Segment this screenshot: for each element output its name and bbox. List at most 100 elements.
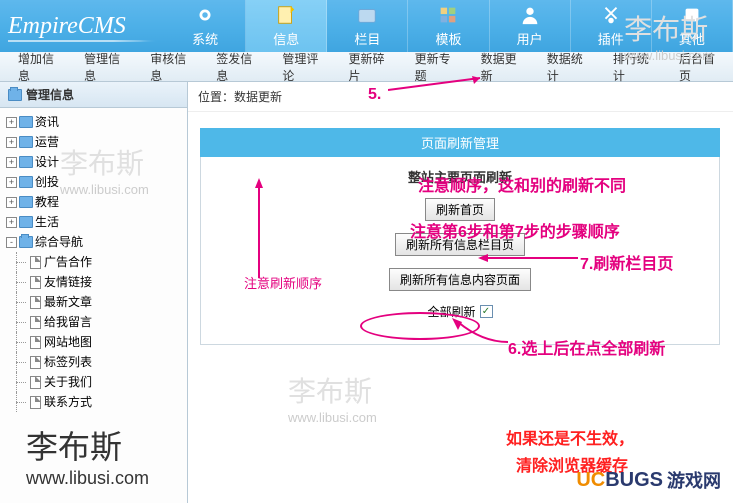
- logo: EmpireCMS: [0, 0, 165, 52]
- panel-title: 页面刷新管理: [200, 128, 720, 157]
- menu-label: 系统: [192, 29, 218, 48]
- tree-node[interactable]: +资讯: [6, 112, 183, 132]
- plugin-icon: [597, 4, 625, 26]
- menu-label: 用户: [517, 29, 543, 48]
- refresh-home-button[interactable]: 刷新首页: [425, 198, 495, 221]
- submenu-dataupdate[interactable]: 数据更新: [469, 50, 535, 84]
- refresh-all-label: 全部刷新: [427, 303, 475, 320]
- watermark: 李布斯www.libusi.com: [288, 370, 377, 425]
- doc-icon: [30, 356, 41, 369]
- menu-other[interactable]: 其他: [652, 0, 733, 52]
- folder-icon: [19, 156, 33, 168]
- tree-label: 网站地图: [44, 332, 92, 352]
- submenu-home[interactable]: 后台首页: [667, 50, 733, 84]
- menu-label: 栏目: [354, 29, 380, 48]
- expand-icon[interactable]: +: [6, 157, 17, 168]
- folder-icon: [19, 216, 33, 228]
- tree-node[interactable]: + 运营: [6, 132, 183, 152]
- menu-label: 插件: [598, 29, 624, 48]
- refresh-all-checkbox[interactable]: ✓: [480, 305, 493, 318]
- submenu-topic[interactable]: 更新专题: [403, 50, 469, 84]
- menu-template[interactable]: 模板: [408, 0, 489, 52]
- tree-node[interactable]: + 设计: [6, 152, 183, 172]
- folder-icon: [19, 196, 33, 208]
- tree-label: 生活: [35, 212, 59, 232]
- sub-menu: 增加信息 管理信息 审核信息 签发信息 管理评论 更新碎片 更新专题 数据更新 …: [0, 52, 733, 82]
- expand-icon[interactable]: +: [6, 177, 17, 188]
- doc-icon: [30, 316, 41, 329]
- menu-system[interactable]: 系统: [165, 0, 246, 52]
- submenu-sign[interactable]: 签发信息: [204, 50, 270, 84]
- expand-icon[interactable]: +: [6, 217, 17, 228]
- breadcrumb-value: 数据更新: [234, 90, 282, 104]
- tree-child[interactable]: 网站地图: [6, 332, 183, 352]
- submenu-fragment[interactable]: 更新碎片: [336, 50, 402, 84]
- tree-child[interactable]: 广告合作: [6, 252, 183, 272]
- other-icon: [678, 4, 706, 26]
- folder-icon: [19, 136, 33, 148]
- doc-icon: [30, 376, 41, 389]
- folder-icon: [19, 236, 33, 248]
- tree-node[interactable]: -综合导航: [6, 232, 183, 252]
- tree-label: 创投: [35, 172, 59, 192]
- sidebar: 管理信息 +资讯 +运营 +设计 +创投 +教程 +生活 -综合导航 广告合作 …: [0, 82, 188, 503]
- tree: +资讯 +运营 +设计 +创投 +教程 +生活 -综合导航 广告合作 友情链接 …: [0, 108, 187, 416]
- section-title: 整站主要页面刷新: [408, 167, 512, 186]
- gear-icon: [191, 4, 219, 26]
- expand-icon[interactable]: +: [6, 137, 17, 148]
- doc-icon: [30, 296, 41, 309]
- tree-node[interactable]: + 创投: [6, 172, 183, 192]
- refresh-columns-button[interactable]: 刷新所有信息栏目页: [395, 233, 525, 256]
- tree-label: 设计: [35, 152, 59, 172]
- folder-icon: [19, 176, 33, 188]
- main-menu: 系统 信息 栏目 模板 用户 插件 其他: [165, 0, 733, 52]
- folder-icon: [19, 116, 33, 128]
- menu-label: 其他: [679, 29, 705, 48]
- tree-label: 最新文章: [44, 292, 92, 312]
- submenu-comment[interactable]: 管理评论: [270, 50, 336, 84]
- menu-plugin[interactable]: 插件: [571, 0, 652, 52]
- submenu-manage[interactable]: 管理信息: [72, 50, 138, 84]
- submenu-stats[interactable]: 数据统计: [535, 50, 601, 84]
- menu-label: 信息: [273, 29, 299, 48]
- breadcrumb: 位置：数据更新: [188, 82, 733, 112]
- folder-icon: [353, 4, 381, 26]
- tree-label: 联系方式: [44, 392, 92, 412]
- menu-user[interactable]: 用户: [490, 0, 571, 52]
- submenu-rank[interactable]: 排行统计: [601, 50, 667, 84]
- tree-child[interactable]: 最新文章: [6, 292, 183, 312]
- tree-child[interactable]: 标签列表: [6, 352, 183, 372]
- menu-label: 模板: [435, 29, 461, 48]
- doc-icon: [30, 336, 41, 349]
- main: 位置：数据更新 页面刷新管理 整站主要页面刷新 刷新首页 刷新所有信息栏目页 刷…: [188, 82, 733, 503]
- tree-label: 给我留言: [44, 312, 92, 332]
- top-bar: EmpireCMS 系统 信息 栏目 模板 用户 插件 其他: [0, 0, 733, 52]
- note-icon: [272, 4, 300, 26]
- submenu-add[interactable]: 增加信息: [6, 50, 72, 84]
- tree-label: 标签列表: [44, 352, 92, 372]
- tree-child[interactable]: 友情链接: [6, 272, 183, 292]
- tree-child[interactable]: 给我留言: [6, 312, 183, 332]
- tree-child[interactable]: 关于我们: [6, 372, 183, 392]
- menu-info[interactable]: 信息: [246, 0, 327, 52]
- expand-icon[interactable]: +: [6, 117, 17, 128]
- submenu-audit[interactable]: 审核信息: [138, 50, 204, 84]
- tree-label: 关于我们: [44, 372, 92, 392]
- tree-node[interactable]: + 生活: [6, 212, 183, 232]
- template-icon: [434, 4, 462, 26]
- folder-icon: [8, 89, 22, 101]
- sidebar-title-text: 管理信息: [26, 86, 74, 103]
- refresh-panel: 页面刷新管理 整站主要页面刷新 刷新首页 刷新所有信息栏目页 刷新所有信息内容页…: [200, 128, 720, 345]
- refresh-content-button[interactable]: 刷新所有信息内容页面: [389, 268, 531, 291]
- collapse-icon[interactable]: -: [6, 237, 17, 248]
- sidebar-title: 管理信息: [0, 82, 187, 108]
- tree-node[interactable]: + 教程: [6, 192, 183, 212]
- tree-label: 教程: [35, 192, 59, 212]
- doc-icon: [30, 256, 41, 269]
- tree-child[interactable]: 联系方式: [6, 392, 183, 412]
- menu-column[interactable]: 栏目: [327, 0, 408, 52]
- expand-icon[interactable]: +: [6, 197, 17, 208]
- tree-label: 运营: [35, 132, 59, 152]
- body: 管理信息 +资讯 +运营 +设计 +创投 +教程 +生活 -综合导航 广告合作 …: [0, 82, 733, 503]
- user-icon: [516, 4, 544, 26]
